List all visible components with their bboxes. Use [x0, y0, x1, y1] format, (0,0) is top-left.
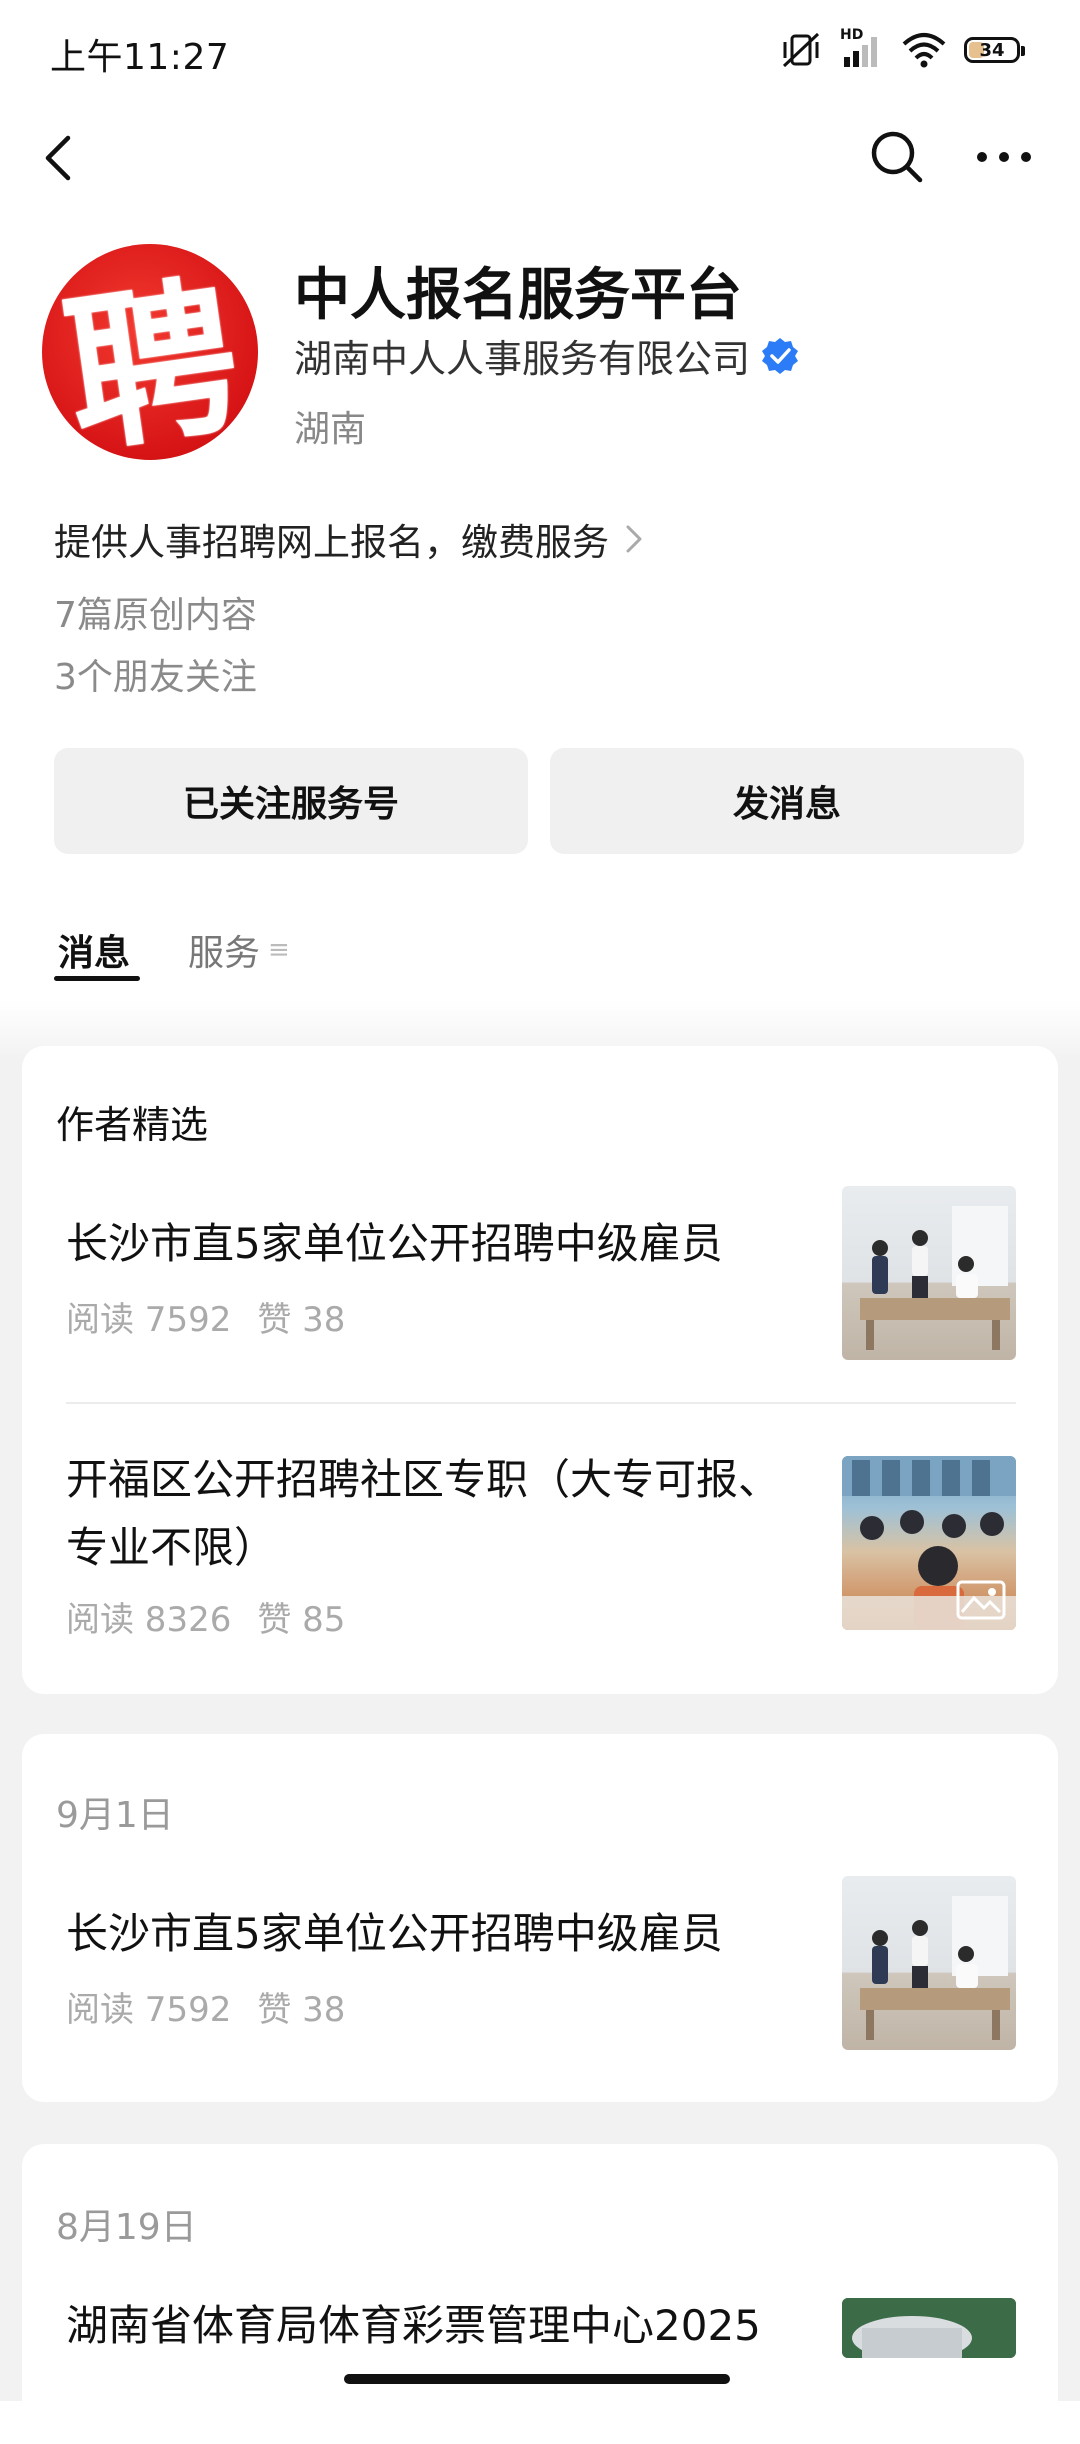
article-likes: 赞 85 [257, 1600, 346, 1640]
date-label: 8月19日 [56, 2207, 197, 2248]
company-name: 湖南中人人事服务有限公司 [294, 337, 751, 381]
article-thumbnail[interactable] [842, 2298, 1016, 2358]
image-gallery-icon [956, 1580, 1006, 1620]
office-scene-image [860, 1896, 1010, 2040]
article-title[interactable]: 开福区公开招聘社区专职（大专可报、专业不限） [66, 1446, 806, 1582]
article-title[interactable]: 长沙市直5家单位公开招聘中级雇员 [66, 1900, 806, 1968]
avatar-logo-char: 聘 [53, 255, 251, 460]
active-tab-indicator [54, 976, 140, 981]
home-indicator[interactable] [344, 2374, 730, 2384]
article-meta: 阅读 7592 赞 38 [66, 1292, 345, 1341]
account-avatar[interactable]: 聘 [42, 244, 258, 460]
description-text: 提供人事招聘网上报名，缴费服务 [54, 521, 609, 564]
status-time: 上午11:27 [50, 37, 230, 78]
battery-icon: 34 [964, 37, 1025, 63]
chevron-right-icon [626, 525, 642, 553]
verified-badge-icon [762, 337, 799, 374]
mute-vibrate-icon [782, 32, 820, 68]
friends-following[interactable]: 3个朋友关注 [54, 648, 257, 700]
article-likes: 赞 38 [257, 1990, 346, 2030]
account-company[interactable]: 湖南中人人事服务有限公司 [294, 328, 800, 383]
menu-lines-icon: ≡ [268, 935, 290, 965]
article-meta: 阅读 7592 赞 38 [66, 1982, 345, 2031]
followed-button[interactable]: 已关注服务号 [54, 748, 528, 854]
search-icon[interactable] [866, 126, 926, 186]
office-scene-image [860, 1206, 1010, 1350]
tab-messages[interactable]: 消息 [58, 924, 130, 976]
account-name: 中人报名服务平台 [294, 263, 742, 328]
status-icons: HD 34 [780, 27, 1025, 72]
original-content-count[interactable]: 7篇原创内容 [54, 586, 257, 638]
account-region: 湖南 [294, 409, 367, 450]
article-reads: 阅读 8326 [66, 1600, 232, 1640]
article-thumbnail[interactable] [842, 1876, 1016, 2050]
account-description[interactable]: 提供人事招聘网上报名，缴费服务 [54, 512, 645, 566]
back-chevron-icon[interactable] [30, 128, 90, 188]
article-meta: 阅读 8326 赞 85 [66, 1592, 345, 1641]
battery-level: 34 [979, 39, 1005, 61]
send-message-button[interactable]: 发消息 [550, 748, 1024, 854]
featured-section-title: 作者精选 [56, 1103, 209, 1147]
tab-services-label: 服务 [188, 933, 261, 974]
article-likes: 赞 38 [257, 1300, 346, 1340]
article-reads: 阅读 7592 [66, 1990, 232, 2030]
article-title[interactable]: 湖南省体育局体育彩票管理中心2025 [66, 2292, 806, 2360]
building-scene-image [842, 2298, 1016, 2358]
article-divider [66, 1402, 1016, 1404]
article-reads: 阅读 7592 [66, 1300, 232, 1340]
date-label: 9月1日 [56, 1795, 174, 1836]
article-thumbnail[interactable] [842, 1456, 1016, 1630]
tab-services[interactable]: 服务 ≡ [188, 924, 290, 976]
wifi-icon [902, 33, 946, 68]
signal-icon: HD [840, 27, 884, 69]
article-thumbnail[interactable] [842, 1186, 1016, 1360]
article-title[interactable]: 长沙市直5家单位公开招聘中级雇员 [66, 1210, 806, 1278]
more-horizontal-icon[interactable] [974, 140, 1034, 174]
